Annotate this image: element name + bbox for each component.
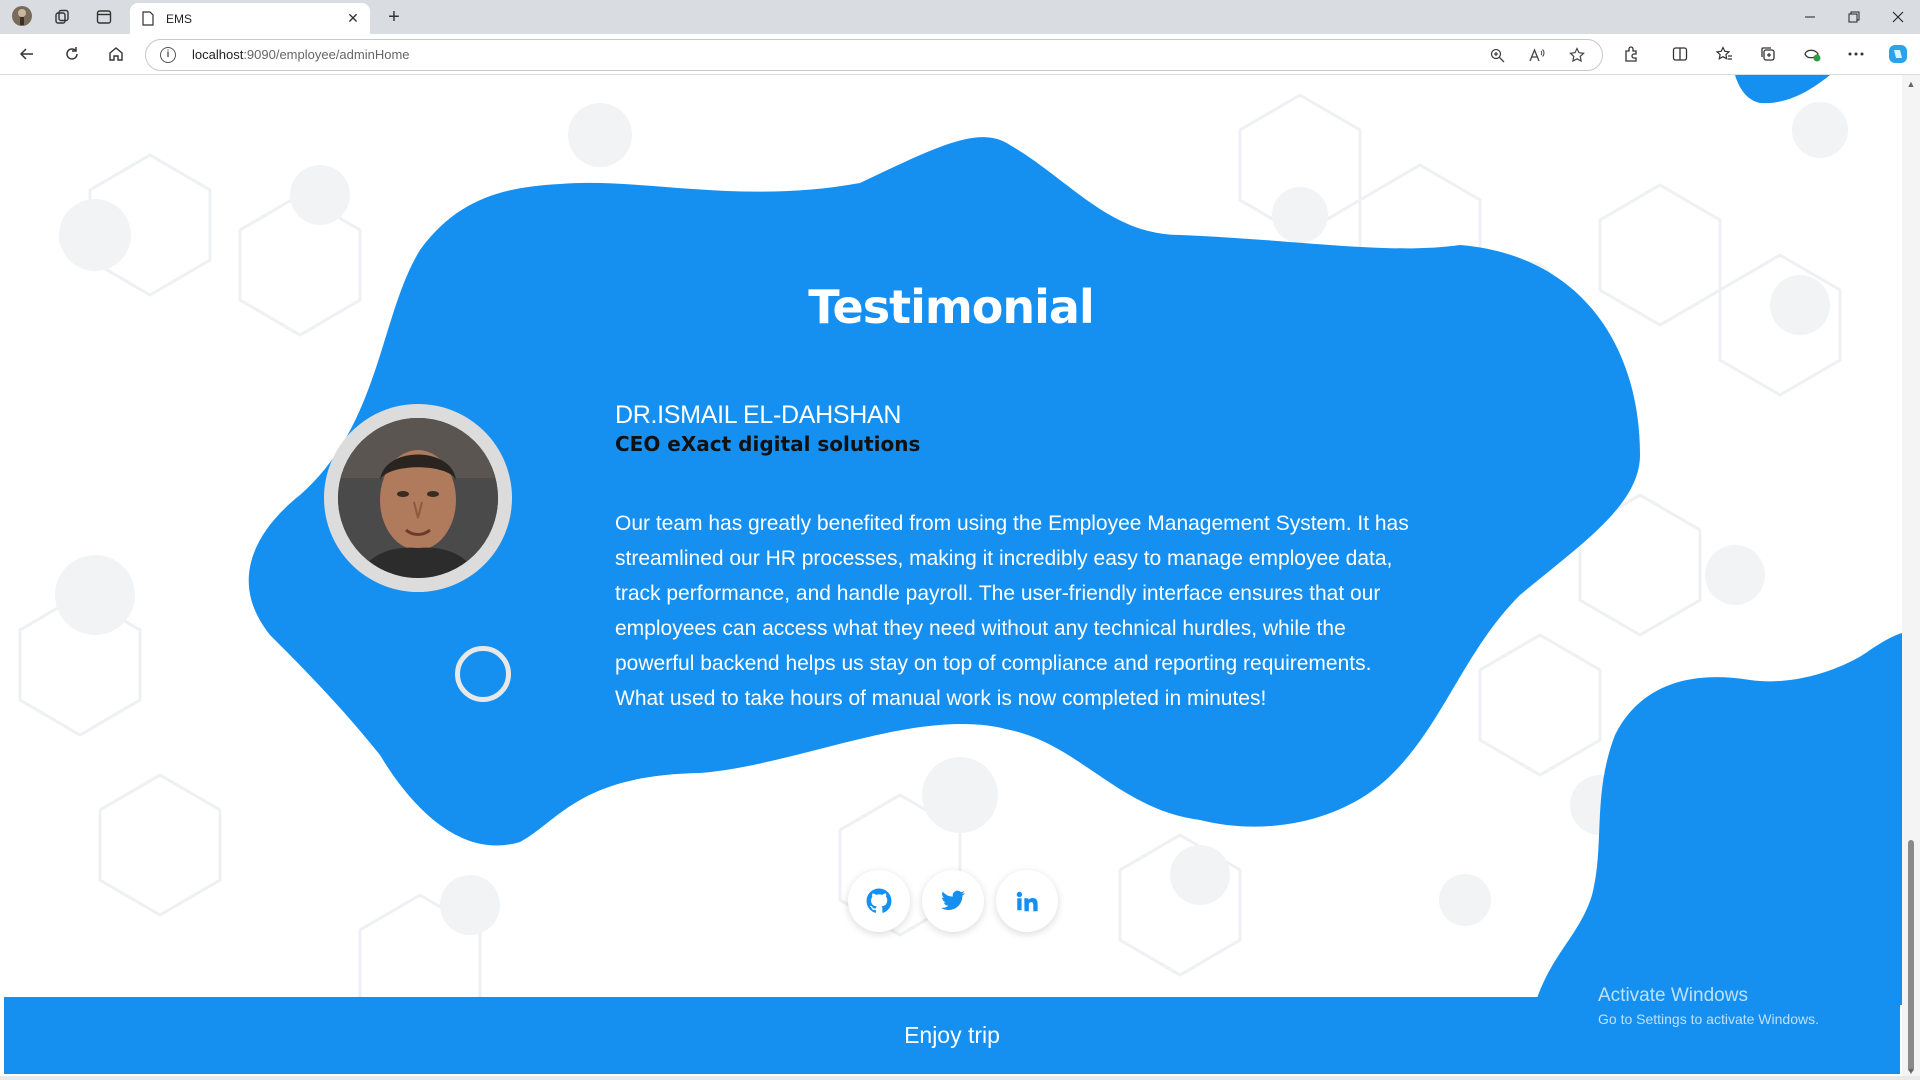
back-icon[interactable] xyxy=(15,42,39,66)
linkedin-link[interactable] xyxy=(996,870,1058,932)
url-host: localhost xyxy=(192,47,244,62)
extensions-icon[interactable] xyxy=(1619,42,1643,66)
avatar-ring xyxy=(324,404,512,592)
twitter-link[interactable] xyxy=(922,870,984,932)
address-bar[interactable]: i localhost:9090/employee/adminHome xyxy=(145,39,1603,71)
watermark-title: Activate Windows xyxy=(1598,985,1748,1006)
read-aloud-icon[interactable] xyxy=(1527,46,1547,64)
window-controls xyxy=(1788,0,1920,34)
watermark-subtitle: Go to Settings to activate Windows. xyxy=(1598,1011,1819,1027)
favorites-icon[interactable] xyxy=(1712,42,1736,66)
avatar xyxy=(338,418,498,578)
new-tab-button[interactable]: + xyxy=(382,5,406,29)
section-heading: Testimonial xyxy=(808,280,1094,334)
github-icon xyxy=(866,888,892,913)
decorative-ring xyxy=(455,646,511,702)
scroll-up-arrow-icon[interactable]: ▲ xyxy=(1906,79,1916,89)
url-text[interactable]: localhost:9090/employee/adminHome xyxy=(192,47,410,62)
tab-actions-icon[interactable] xyxy=(92,5,116,29)
favorite-star-icon[interactable] xyxy=(1567,46,1587,64)
linkedin-icon xyxy=(1016,891,1038,912)
restore-button[interactable] xyxy=(1832,0,1876,34)
split-screen-icon[interactable] xyxy=(1668,42,1692,66)
social-links xyxy=(848,870,1058,932)
profile-icon[interactable] xyxy=(10,4,34,28)
page-viewport: Testimonial DR.ISMAIL EL-DAHSHAN CEO eXa… xyxy=(0,75,1902,1080)
github-link[interactable] xyxy=(848,870,910,932)
footer-text: Enjoy trip xyxy=(904,1022,1000,1048)
refresh-icon[interactable] xyxy=(60,42,84,66)
workspaces-icon[interactable] xyxy=(50,5,74,29)
twitter-icon xyxy=(941,890,965,910)
minimize-button[interactable] xyxy=(1788,0,1832,34)
testimonial-name: DR.ISMAIL EL-DAHSHAN xyxy=(615,401,902,429)
collections-icon[interactable] xyxy=(1756,42,1780,66)
scroll-thumb[interactable] xyxy=(1908,840,1914,1072)
browser-toolbar: i localhost:9090/employee/adminHome xyxy=(0,34,1920,75)
testimonial-role: CEO eXact digital solutions xyxy=(615,432,921,456)
site-info-icon[interactable]: i xyxy=(160,47,176,63)
tab-title: EMS xyxy=(166,11,193,26)
home-icon[interactable] xyxy=(104,42,128,66)
close-tab-icon[interactable]: ✕ xyxy=(342,8,364,30)
browser-essentials-icon[interactable] xyxy=(1800,42,1824,66)
page-scrollbar[interactable]: ▲ ▼ xyxy=(1902,75,1920,1080)
close-window-button[interactable] xyxy=(1876,0,1920,34)
scroll-down-arrow-icon[interactable]: ▼ xyxy=(1906,1066,1916,1076)
testimonial-quote: Our team has greatly benefited from usin… xyxy=(615,512,1409,710)
more-menu-icon[interactable] xyxy=(1844,42,1868,66)
copilot-icon[interactable] xyxy=(1886,42,1910,66)
url-path: :9090/employee/adminHome xyxy=(243,47,410,62)
zoom-icon[interactable] xyxy=(1487,46,1507,64)
activate-windows-watermark: Activate Windows Go to Settings to activ… xyxy=(1598,985,1819,1027)
tab-bar: EMS ✕ + xyxy=(0,0,1920,34)
window-bottom-border xyxy=(0,1076,1920,1080)
page-icon xyxy=(142,11,154,26)
tab-ems[interactable]: EMS ✕ xyxy=(130,3,370,34)
